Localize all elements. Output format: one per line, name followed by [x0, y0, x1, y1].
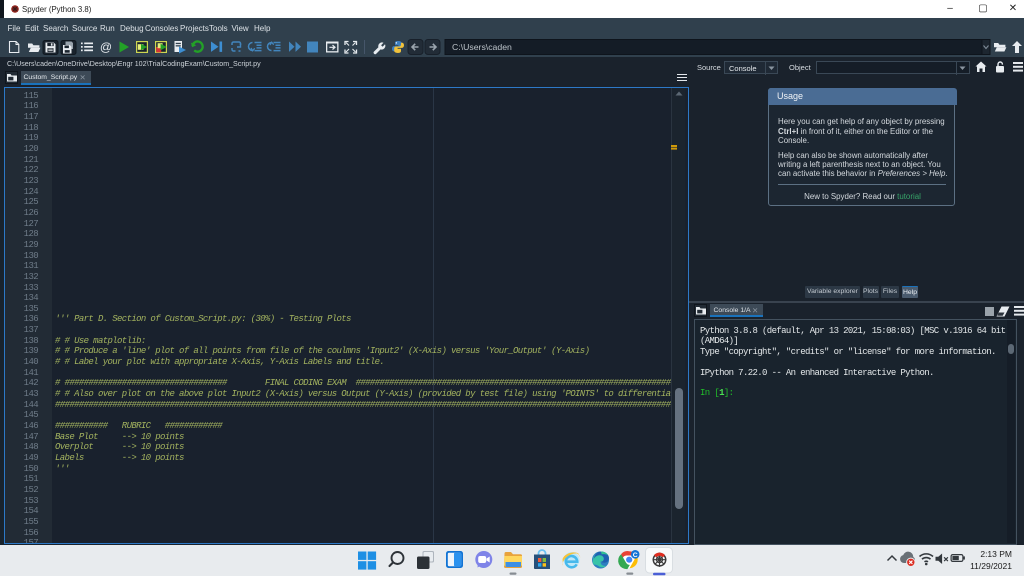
svg-text:@: @	[100, 40, 112, 54]
svg-text:C:\Users\caden: C:\Users\caden	[452, 42, 512, 52]
svg-text:C: C	[633, 552, 638, 559]
